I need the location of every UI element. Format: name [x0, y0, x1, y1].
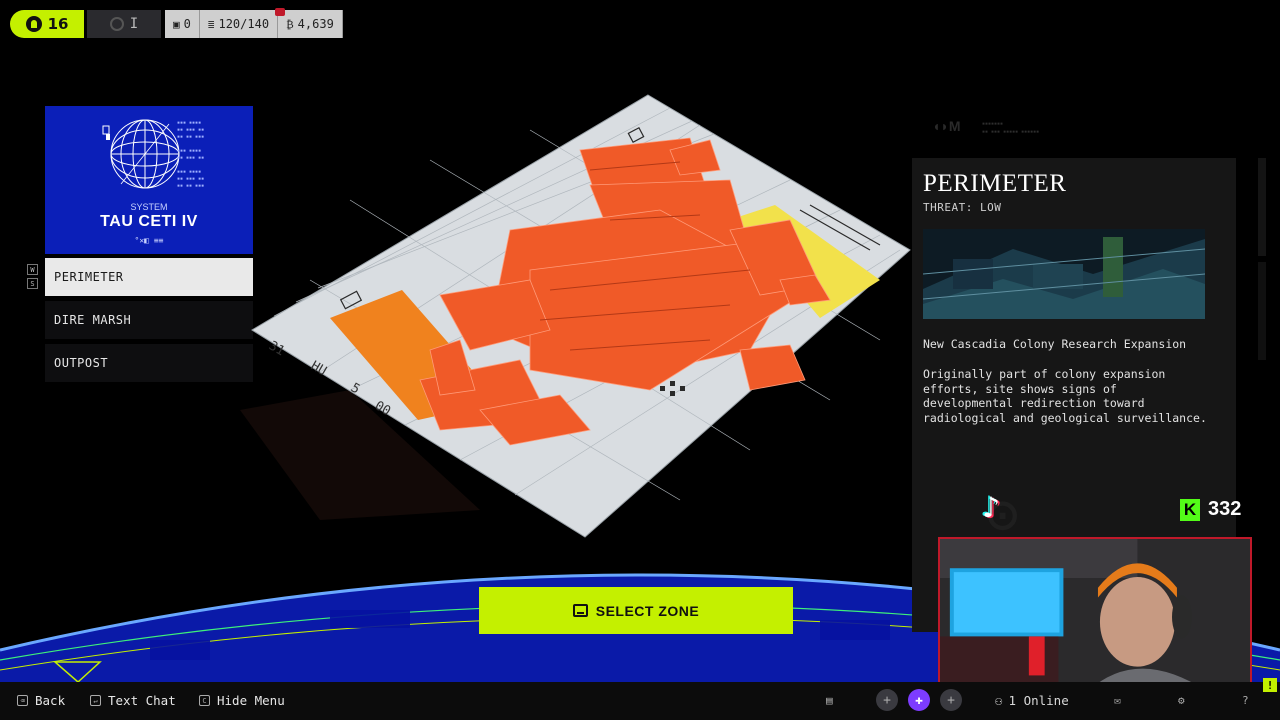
top-hud: 16 I ▣ 0 ≣ 120/140 ₿ 4,639 — [10, 8, 343, 38]
zone-item-outpost[interactable]: OUTPOST — [45, 344, 253, 382]
online-status[interactable]: ⚇ 1 Online — [995, 693, 1069, 708]
hide-menu-label: Hide Menu — [217, 693, 285, 708]
zone-item-dire-marsh[interactable]: DIRE MARSH — [45, 301, 253, 339]
kick-icon: K — [1180, 498, 1200, 521]
counter-pill[interactable]: ▣ 0 — [165, 10, 200, 38]
system-card: ▪▪▪ ▪▪▪▪ ▪▪ ▪▪▪ ▪▪ ▪▪ ▪▪ ▪▪▪ ▪▪▪ ▪▪▪▪ ▪▪ ▪▪… — [45, 106, 253, 254]
hide-menu-button[interactable]: C Hide Menu — [199, 693, 285, 708]
key-w-hint: W — [27, 264, 38, 275]
capacity-value: 120/140 — [218, 17, 270, 31]
counter-value: 0 — [183, 17, 191, 31]
player-icon — [25, 16, 42, 32]
zone-description: Originally part of colony expansion effo… — [923, 367, 1207, 425]
zone-subtitle: New Cascadia Colony Research Expansion — [923, 337, 1187, 351]
keyboard-key-icon: ↵ — [90, 695, 101, 706]
zone-list: PERIMETER DIRE MARSH OUTPOST — [45, 258, 253, 387]
online-count: 1 Online — [1008, 693, 1069, 708]
gear-icon[interactable]: ⚙ — [1178, 694, 1185, 707]
keyboard-key-icon — [572, 604, 588, 617]
bottom-bar — [0, 682, 1280, 720]
system-name: TAU CETI IV — [100, 213, 198, 230]
brand-logo-decor: ▪▪▪▪▪▪▪ ▪▪ ▪▪▪ ▪▪▪▪▪ ▪▪▪▪▪▪ — [982, 121, 1040, 135]
keyboard-key-icon: C — [199, 695, 210, 706]
credits-pill[interactable]: ₿ 4,639 — [278, 10, 343, 38]
marker-icon — [102, 125, 110, 140]
keyboard-key-icon: ⌫ — [17, 695, 28, 706]
system-label: SYSTEM — [130, 202, 168, 212]
party-icon[interactable]: ✚ — [908, 689, 930, 711]
zone-threat: THREAT: LOW — [923, 201, 1002, 214]
key-s-hint: S — [27, 278, 38, 289]
system-decor-text: ▪▪▪ ▪▪▪▪ ▪▪ ▪▪▪ ▪▪ ▪▪ ▪▪ ▪▪▪ ▪▪▪ ▪▪▪▪ ▪▪ ▪▪… — [177, 120, 205, 189]
mail-icon[interactable]: ✉ — [1114, 694, 1121, 707]
zone-item-label: PERIMETER — [54, 270, 124, 284]
box-icon: ▣ — [173, 17, 180, 31]
text-chat-button[interactable]: ↵ Text Chat — [90, 693, 176, 708]
zone-preview-image — [923, 229, 1205, 319]
kick-viewer-count: K 332 — [1180, 498, 1241, 521]
webcam-overlay — [938, 537, 1252, 693]
text-chat-label: Text Chat — [108, 693, 176, 708]
nav-key-hints: W S — [27, 264, 38, 289]
help-icon[interactable]: ? — [1242, 694, 1249, 707]
rank-badge[interactable]: I — [87, 10, 161, 38]
currency-icon: ₿ — [286, 17, 294, 31]
stack-icon: ≣ — [207, 17, 215, 31]
add-slot-icon[interactable]: + — [940, 689, 962, 711]
tiktok-icon: ♪ — [982, 490, 1000, 524]
zone-item-label: DIRE MARSH — [54, 313, 132, 327]
brand-logo: ◖◗M — [932, 118, 961, 134]
users-icon: ⚇ — [995, 693, 1003, 708]
rank-value: I — [129, 16, 139, 32]
corner-alert-icon: ! — [1263, 678, 1277, 692]
resource-pills: ▣ 0 ≣ 120/140 ₿ 4,639 — [165, 8, 343, 38]
back-button[interactable]: ⌫ Back — [17, 693, 65, 708]
add-friend-icon[interactable]: + — [876, 689, 898, 711]
zone-title: PERIMETER — [923, 170, 1067, 197]
capacity-pill[interactable]: ≣ 120/140 — [199, 10, 279, 38]
player-level-badge[interactable]: 16 — [10, 10, 84, 38]
credits-value: 4,639 — [297, 17, 334, 31]
select-zone-label: SELECT ZONE — [595, 602, 700, 619]
system-glyphs: °✕◧ ≡≡ — [134, 236, 164, 245]
kick-count: 332 — [1208, 498, 1242, 520]
chat-icon[interactable]: ▤ — [826, 694, 833, 707]
panel-edge-tab[interactable] — [1258, 262, 1266, 360]
select-zone-button[interactable]: SELECT ZONE — [479, 587, 793, 634]
panel-edge-tab[interactable] — [1258, 158, 1266, 256]
notification-dot — [275, 8, 285, 16]
zone-item-perimeter[interactable]: PERIMETER — [45, 258, 253, 296]
rank-icon — [109, 17, 124, 31]
back-label: Back — [35, 693, 66, 708]
globe-icon — [110, 119, 180, 189]
zone-item-label: OUTPOST — [54, 356, 109, 370]
player-level: 16 — [47, 15, 69, 33]
zone-map[interactable]: 31 HU 5 00 — [230, 90, 920, 550]
